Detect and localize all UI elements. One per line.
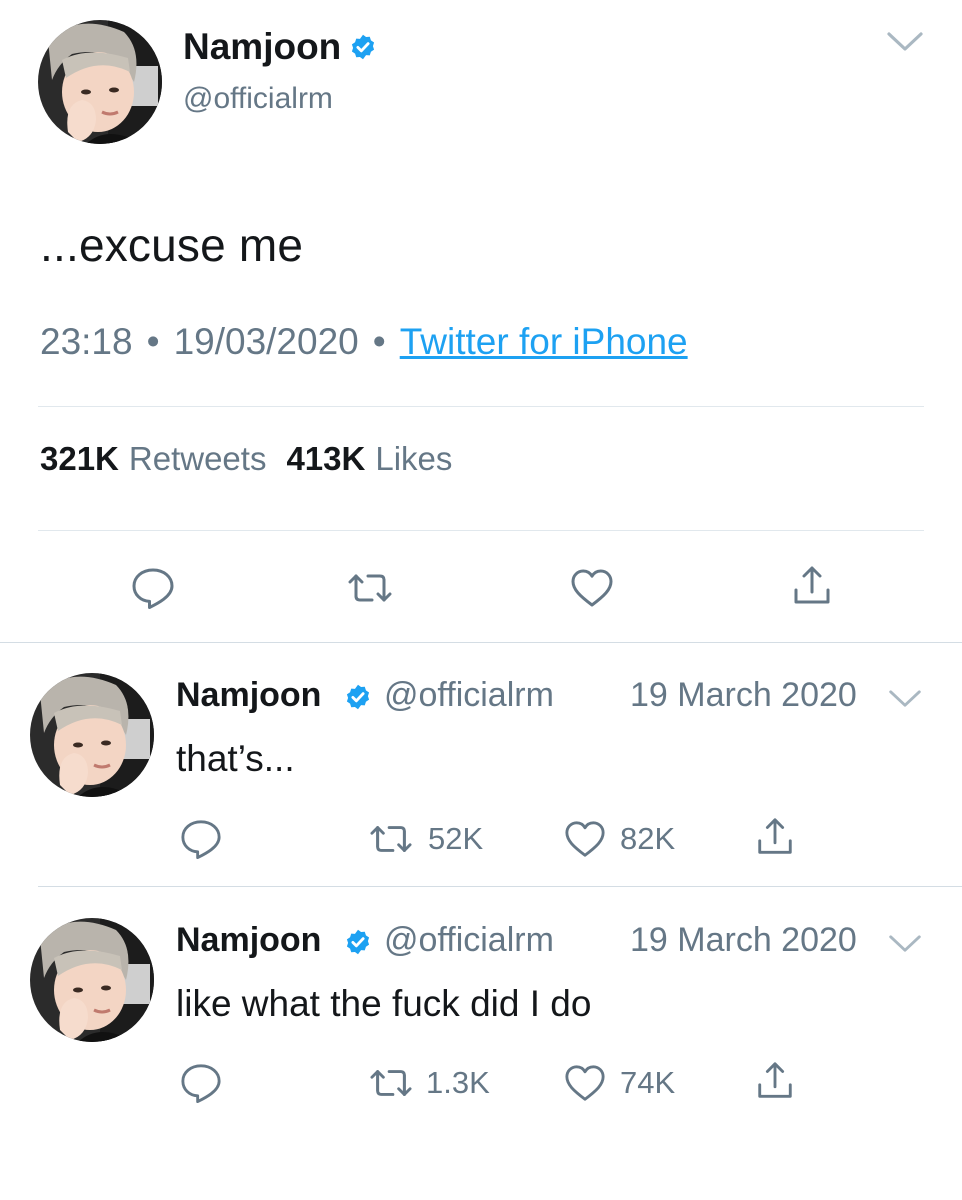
tweet-time: 23:18 (40, 321, 133, 362)
retweet-count: 1.3K (426, 1065, 490, 1100)
display-name[interactable]: Namjoon (183, 26, 341, 68)
display-name[interactable]: Namjoon (176, 676, 321, 715)
tweet-date: 19 March 2020 (630, 921, 857, 959)
likes-count: 413K (286, 440, 366, 477)
retweets-stat[interactable]: 321K Retweets (40, 440, 266, 477)
display-name[interactable]: Namjoon (176, 921, 321, 960)
reply-icon[interactable] (131, 566, 175, 610)
retweets-count: 321K (40, 440, 119, 477)
like-icon[interactable] (570, 566, 614, 610)
tweet-date: 19/03/2020 (173, 321, 359, 362)
tweet-stats: 321K Retweets 413K Likes (40, 440, 452, 478)
reply-icon[interactable] (180, 1062, 222, 1104)
chevron-down-icon[interactable] (888, 688, 922, 710)
retweets-label: Retweets (128, 440, 267, 477)
chevron-down-icon[interactable] (888, 933, 922, 955)
tweet-date: 19 March 2020 (630, 676, 857, 714)
avatar-photo (30, 918, 154, 1042)
retweet-icon[interactable] (348, 566, 392, 610)
avatar[interactable] (30, 918, 154, 1042)
verified-badge-icon (344, 928, 372, 956)
avatar-photo (30, 673, 154, 797)
retweet-icon[interactable] (370, 818, 412, 860)
retweet-icon[interactable] (370, 1062, 412, 1104)
share-icon[interactable] (754, 816, 796, 858)
meta-separator: • (146, 321, 160, 362)
user-handle[interactable]: @officialrm (183, 82, 333, 116)
meta-separator: • (372, 321, 386, 362)
avatar[interactable] (38, 20, 162, 144)
like-icon[interactable] (564, 1062, 606, 1104)
divider (38, 406, 924, 407)
tweet-text: that’s... (176, 738, 295, 779)
source-link[interactable]: Twitter for iPhone (400, 321, 688, 362)
tweet-text: like what the fuck did I do (176, 983, 592, 1024)
like-count: 82K (620, 821, 676, 856)
verified-badge-icon (349, 33, 377, 61)
avatar[interactable] (30, 673, 154, 797)
tweet-meta: 23:18 • 19/03/2020 • Twitter for iPhone (40, 321, 688, 363)
avatar-photo (38, 20, 162, 144)
reply-icon[interactable] (180, 818, 222, 860)
share-icon[interactable] (790, 564, 834, 608)
user-handle[interactable]: @officialrm (384, 676, 554, 715)
divider (38, 886, 962, 887)
share-icon[interactable] (754, 1060, 796, 1102)
divider (38, 530, 924, 531)
user-handle[interactable]: @officialrm (384, 921, 554, 960)
likes-label: Likes (375, 440, 453, 477)
tweet-text: ...excuse me (40, 219, 304, 271)
like-count: 74K (620, 1065, 676, 1100)
like-icon[interactable] (564, 818, 606, 860)
verified-badge-icon (344, 683, 372, 711)
chevron-down-icon[interactable] (886, 30, 924, 54)
likes-stat[interactable]: 413K Likes (286, 440, 452, 477)
divider (0, 642, 962, 643)
retweet-count: 52K (428, 821, 484, 856)
